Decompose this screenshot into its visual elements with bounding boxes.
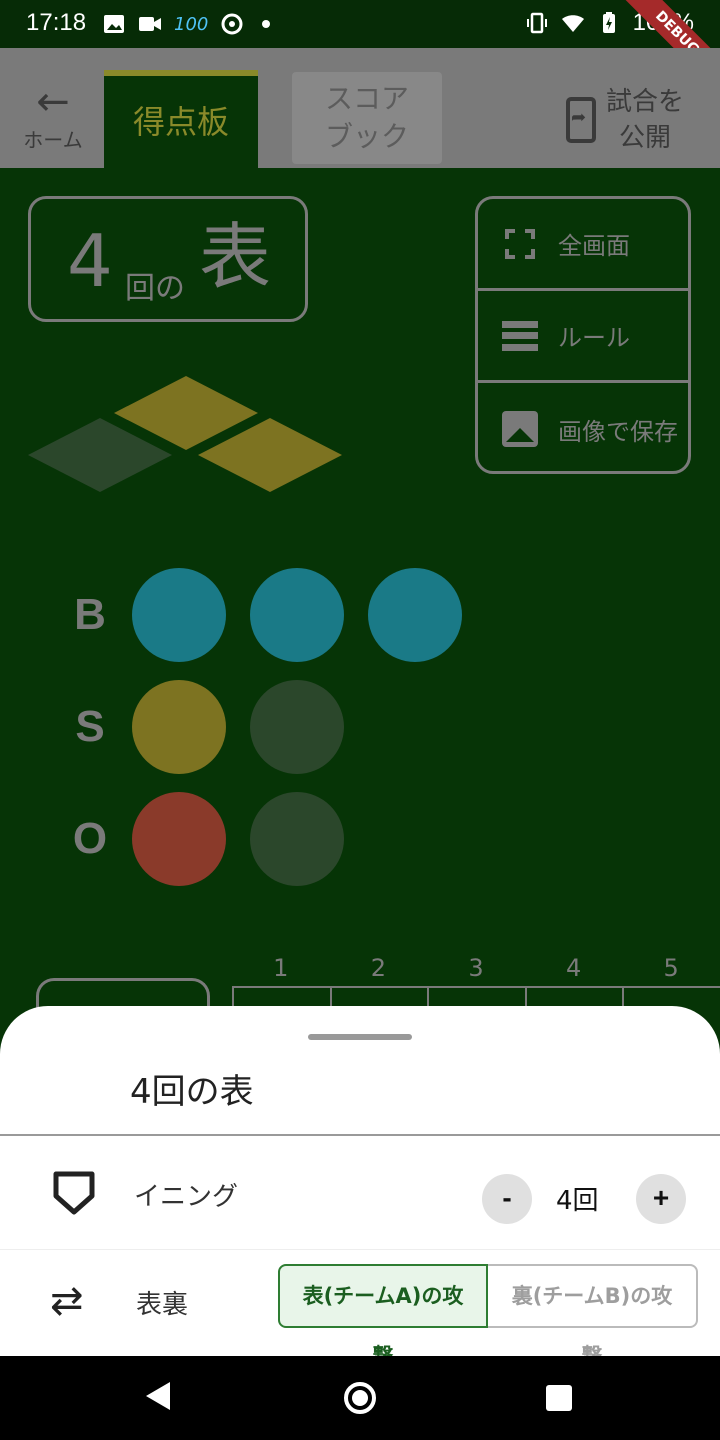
image-notification-icon — [104, 15, 124, 33]
fullscreen-icon — [505, 228, 535, 259]
first-base[interactable] — [198, 418, 342, 492]
inning-settings-sheet: 4回の表 イニング - 4回 + ⇄ 表裏 表(チームA)の攻撃 裏(チームB)… — [0, 1006, 720, 1368]
bottom-half-option[interactable]: 裏(チームB)の攻撃 — [488, 1264, 698, 1368]
half-inning-row: ⇄ 表裏 表(チームA)の攻撃 裏(チームB)の攻撃 — [0, 1250, 720, 1368]
bases-diagram — [28, 376, 348, 496]
status-bar: 17:18 100 100% DEBUG — [0, 0, 720, 103]
battery-icon — [602, 12, 615, 33]
inning-label: イニング — [134, 1182, 239, 1212]
inning-column-header: 1 — [273, 954, 289, 982]
inning-increment-button[interactable]: + — [636, 1174, 686, 1224]
vibrate-icon — [526, 12, 547, 34]
inning-display[interactable]: 4 回の 表 — [28, 196, 308, 322]
inning-column-header: 4 — [565, 954, 582, 982]
inning-row: イニング - 4回 + — [0, 1136, 720, 1250]
video-notification-icon — [139, 17, 161, 31]
scoreboard-screen: ← ホーム 得点板 スコア ブック 試合を 公開 4 回の 表 全画面 ルール — [0, 48, 720, 1108]
fullscreen-button[interactable]: 全画面 — [478, 199, 688, 291]
half-label: 表裏 — [136, 1290, 189, 1320]
ball-dot[interactable] — [368, 568, 462, 662]
save-image-label: 画像で保存 — [558, 417, 678, 446]
dot-icon — [262, 20, 271, 28]
out-count-row: O — [60, 792, 344, 886]
rules-label: ルール — [558, 324, 630, 352]
publish-game-button[interactable]: 試合を 公開 — [566, 84, 684, 156]
publish-line1: 試合を — [606, 87, 685, 117]
notification-icons: 100 — [102, 10, 271, 38]
inning-no: 回の — [125, 271, 185, 306]
inning-half: 表 — [199, 215, 272, 299]
image-icon — [502, 411, 538, 447]
ball-dot[interactable] — [250, 568, 344, 662]
system-nav-bar — [0, 1356, 720, 1440]
publish-line2: 公開 — [619, 123, 672, 153]
strike-dot[interactable] — [250, 680, 344, 774]
signal-badge: 100 — [174, 13, 209, 35]
inning-column-header: 2 — [370, 954, 387, 982]
nav-home-icon[interactable] — [344, 1382, 376, 1414]
inning-number: 4 — [67, 219, 113, 303]
nav-recents-icon[interactable] — [546, 1385, 572, 1411]
status-time: 17:18 — [26, 9, 87, 36]
swap-arrows-icon: ⇄ — [50, 1278, 84, 1324]
save-image-button[interactable]: 画像で保存 — [478, 383, 688, 471]
tab-scorebook-line2: ブック — [324, 120, 409, 153]
wifi-icon — [561, 15, 584, 32]
drag-handle[interactable] — [308, 1034, 412, 1040]
out-dot[interactable] — [250, 792, 344, 886]
ball-label: B — [74, 590, 106, 639]
strike-label: S — [75, 702, 105, 751]
fullscreen-label: 全画面 — [558, 232, 630, 260]
home-label: ホーム — [23, 128, 83, 152]
home-plate-icon — [53, 1171, 95, 1215]
top-app-bar: ← ホーム 得点板 スコア ブック 試合を 公開 — [0, 48, 720, 168]
inning-decrement-button[interactable]: - — [482, 1174, 532, 1224]
ball-dot[interactable] — [132, 568, 226, 662]
share-phone-icon — [566, 97, 596, 143]
tab-scorebook[interactable]: スコア ブック — [292, 72, 442, 164]
strike-count-row: S — [60, 680, 344, 774]
out-label: O — [72, 814, 108, 863]
out-dot[interactable] — [132, 792, 226, 886]
tab-scorebook-line1: スコア — [324, 82, 409, 115]
side-menu: 全画面 ルール 画像で保存 — [475, 196, 691, 474]
tab-scoreboard[interactable]: 得点板 — [104, 70, 258, 168]
inning-value: 4回 — [556, 1186, 599, 1216]
top-half-option[interactable]: 表(チームA)の攻撃 — [278, 1264, 488, 1368]
menu-icon — [502, 320, 538, 351]
strike-dot[interactable] — [132, 680, 226, 774]
third-base[interactable] — [28, 418, 172, 492]
sheet-title: 4回の表 — [130, 1072, 254, 1112]
inning-column-header: 3 — [468, 954, 484, 982]
at-sign-icon — [221, 13, 243, 35]
half-inning-toggle: 表(チームA)の攻撃 裏(チームB)の攻撃 — [278, 1264, 698, 1368]
nav-back-icon[interactable] — [146, 1382, 170, 1410]
home-back-button[interactable]: ← ホーム — [18, 82, 88, 153]
rules-button[interactable]: ルール — [478, 291, 688, 383]
inning-column-header: 5 — [663, 954, 679, 982]
ball-count-row: B — [60, 568, 462, 662]
back-arrow-icon: ← — [36, 79, 70, 125]
